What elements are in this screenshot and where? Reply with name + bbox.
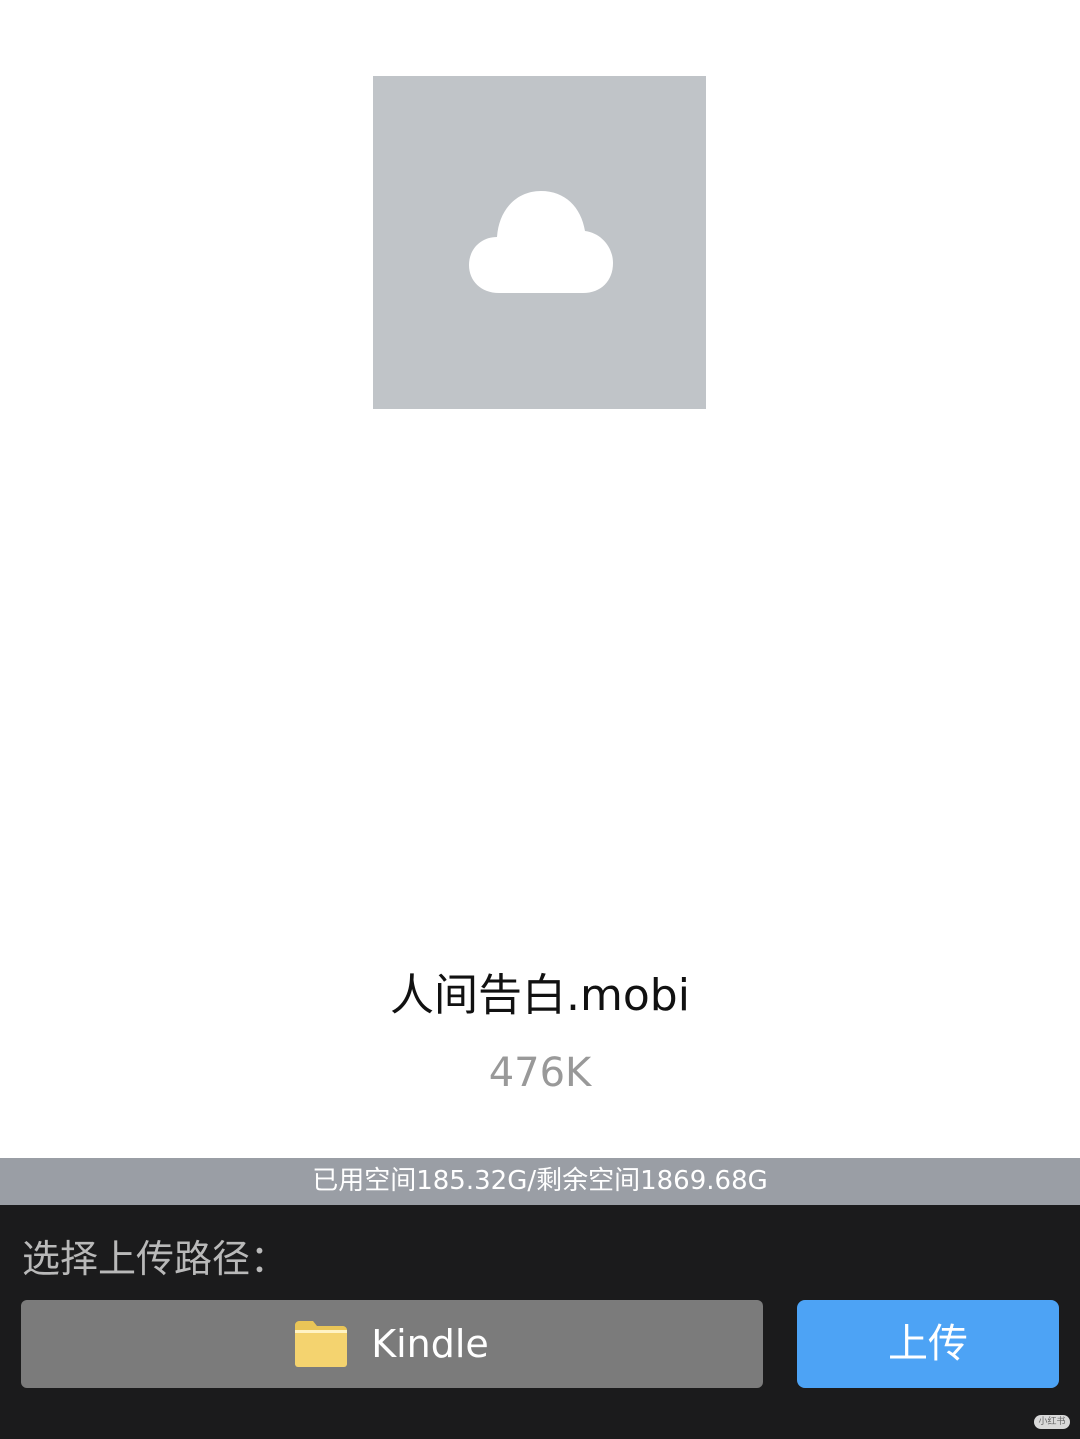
storage-info-bar: 已用空间185.32G/剩余空间1869.68G (0, 1158, 1080, 1205)
folder-label: Kindle (371, 1322, 489, 1366)
folder-icon (295, 1321, 348, 1367)
upload-path-label: 选择上传路径： (22, 1237, 289, 1281)
watermark-logo: 小红书 (1034, 1415, 1070, 1429)
upload-panel: 选择上传路径： Kindle 上传 小红书 (0, 1205, 1080, 1439)
upload-path-selector[interactable]: Kindle (21, 1300, 763, 1388)
file-preview-thumbnail (373, 76, 706, 409)
upload-button[interactable]: 上传 (797, 1300, 1059, 1388)
file-name: 人间告白.mobi (390, 970, 690, 1021)
cloud-icon (469, 191, 613, 293)
file-size: 476K (488, 1050, 592, 1096)
